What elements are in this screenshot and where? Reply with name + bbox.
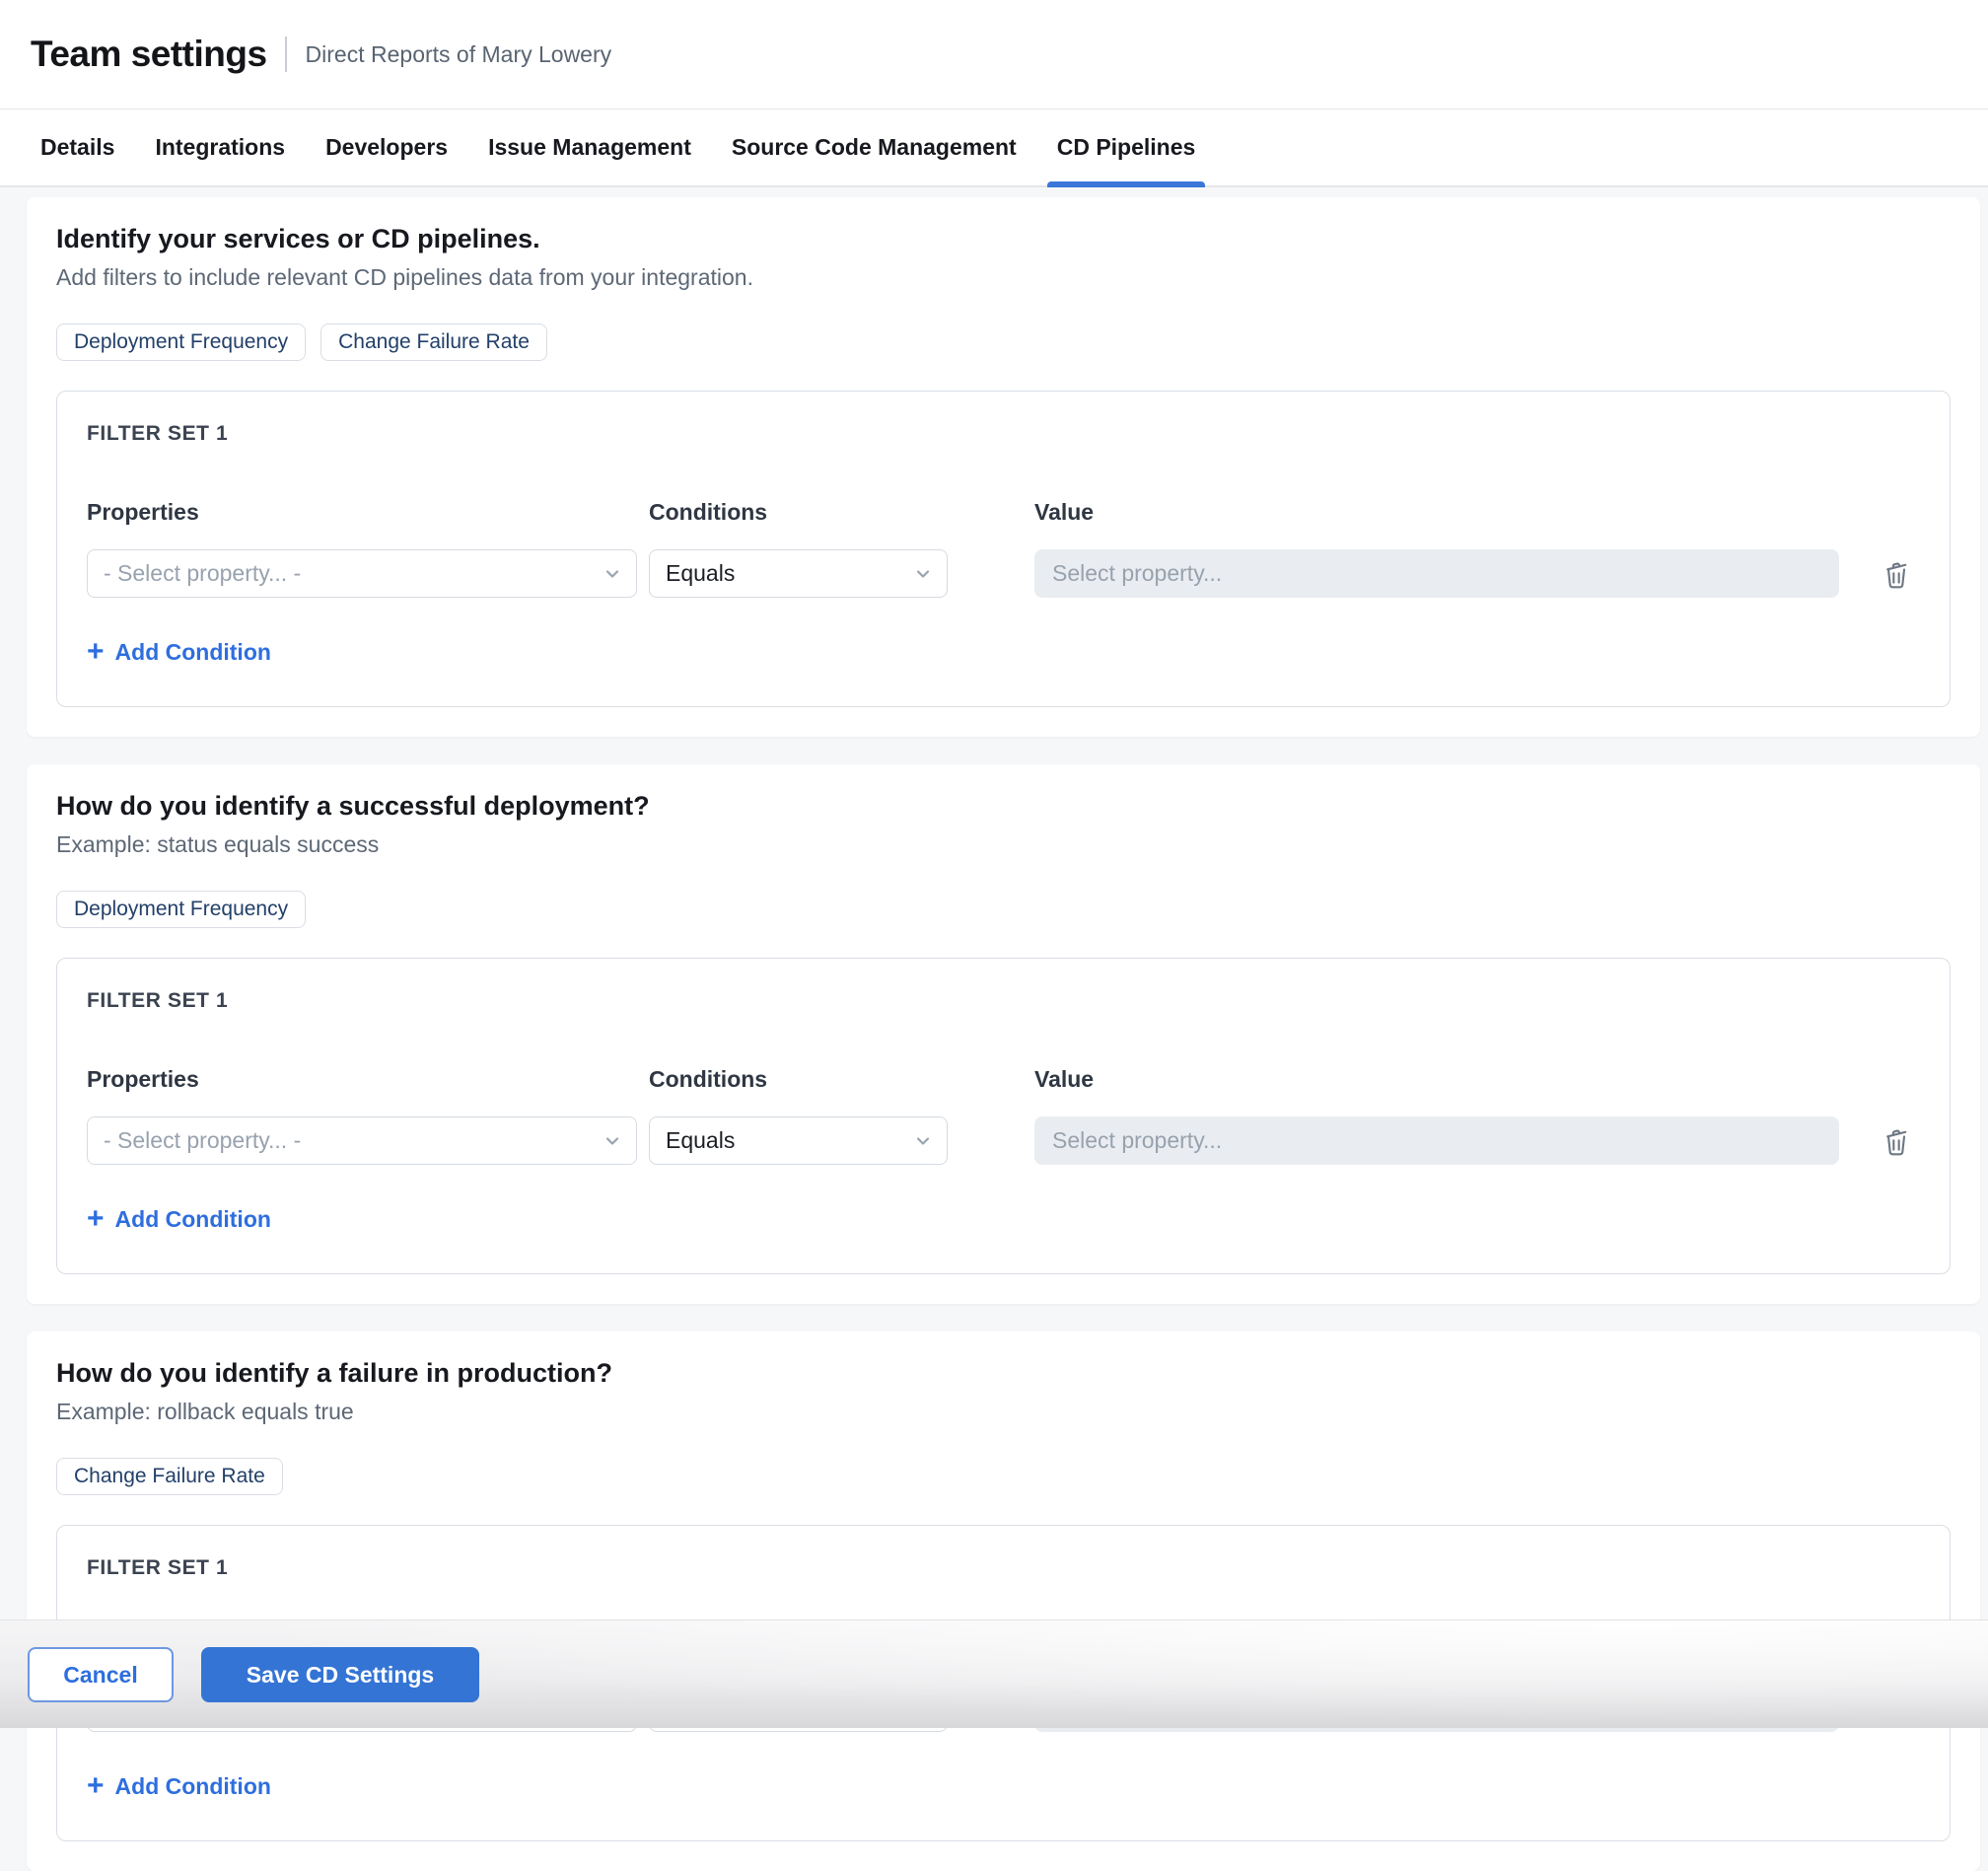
tab-label: CD Pipelines [1057, 134, 1196, 161]
filter-set-title: FILTER SET 1 [87, 421, 1920, 447]
metric-chip-row: Deployment Frequency Change Failure Rate [56, 324, 1951, 361]
properties-label: Properties [87, 1065, 649, 1093]
page-title: Team settings [31, 34, 267, 75]
filter-column-labels: Properties Conditions Value [87, 1065, 1920, 1093]
chevron-down-icon [603, 1131, 622, 1151]
tab-label: Developers [325, 134, 448, 161]
tab-cd-pipelines[interactable]: CD Pipelines [1049, 109, 1204, 185]
chevron-down-icon [603, 564, 622, 584]
filter-set-title: FILTER SET 1 [87, 988, 1920, 1014]
tab-label: Source Code Management [732, 134, 1017, 161]
save-cd-settings-button[interactable]: Save CD Settings [201, 1647, 479, 1702]
property-select-placeholder: - Select property... - [104, 1127, 301, 1154]
footer-action-bar: Cancel Save CD Settings [0, 1619, 1988, 1728]
chevron-down-icon [913, 564, 933, 584]
metric-chip-change-failure-rate: Change Failure Rate [56, 1458, 283, 1495]
settings-section: Identify your services or CD pipelines. … [27, 197, 1980, 737]
section-description: Example: rollback equals true [56, 1399, 1951, 1424]
metric-chip-row: Change Failure Rate [56, 1458, 1951, 1495]
delete-filter-button[interactable] [1881, 1125, 1912, 1157]
value-label: Value [1034, 1065, 1920, 1093]
condition-select[interactable]: Equals [649, 549, 948, 598]
plus-icon: + [87, 1206, 105, 1232]
filter-condition-row: - Select property... - Equals [87, 549, 1920, 598]
metric-chip-row: Deployment Frequency [56, 891, 1951, 928]
add-condition-button[interactable]: + Add Condition [87, 1204, 271, 1234]
section-heading: How do you identify a failure in product… [56, 1357, 1951, 1389]
settings-section: How do you identify a failure in product… [27, 1331, 1980, 1871]
value-input[interactable] [1034, 1116, 1839, 1165]
filter-set-title: FILTER SET 1 [87, 1555, 1920, 1581]
property-select[interactable]: - Select property... - [87, 549, 637, 598]
tab-label: Issue Management [488, 134, 691, 161]
page-header: Team settings Direct Reports of Mary Low… [0, 0, 1988, 109]
value-input[interactable] [1034, 549, 1839, 598]
property-select[interactable]: - Select property... - [87, 1116, 637, 1165]
tab-issue-management[interactable]: Issue Management [480, 109, 699, 185]
conditions-label: Conditions [649, 498, 1034, 526]
settings-section: How do you identify a successful deploym… [27, 764, 1980, 1304]
section-heading: How do you identify a successful deploym… [56, 790, 1951, 822]
section-description: Example: status equals success [56, 831, 1951, 857]
condition-select-value: Equals [666, 1127, 735, 1154]
add-condition-label: Add Condition [115, 1771, 271, 1801]
plus-icon: + [87, 1773, 105, 1799]
properties-label: Properties [87, 498, 649, 526]
section-description: Add filters to include relevant CD pipel… [56, 264, 1951, 290]
add-condition-button[interactable]: + Add Condition [87, 637, 271, 667]
metric-chip-deployment-frequency: Deployment Frequency [56, 891, 306, 928]
filter-condition-row: - Select property... - Equals [87, 1116, 1920, 1165]
metric-chip-change-failure-rate: Change Failure Rate [320, 324, 547, 361]
filter-column-labels: Properties Conditions Value [87, 498, 1920, 526]
condition-select-value: Equals [666, 560, 735, 587]
tab-details[interactable]: Details [33, 109, 122, 185]
trash-icon [1881, 558, 1912, 590]
tab-developers[interactable]: Developers [318, 109, 456, 185]
page-subtitle: Direct Reports of Mary Lowery [306, 41, 612, 68]
active-tab-underline [1047, 181, 1206, 187]
chevron-down-icon [913, 1131, 933, 1151]
metric-chip-deployment-frequency: Deployment Frequency [56, 324, 306, 361]
delete-filter-button[interactable] [1881, 558, 1912, 590]
filter-set: FILTER SET 1 Properties Conditions Value… [56, 958, 1951, 1274]
tab-source-code-management[interactable]: Source Code Management [724, 109, 1025, 185]
section-heading: Identify your services or CD pipelines. [56, 223, 1951, 254]
cancel-button[interactable]: Cancel [28, 1647, 174, 1702]
settings-content: Identify your services or CD pipelines. … [0, 187, 1988, 1871]
property-select-placeholder: - Select property... - [104, 560, 301, 587]
value-label: Value [1034, 498, 1920, 526]
condition-select[interactable]: Equals [649, 1116, 948, 1165]
add-condition-label: Add Condition [115, 637, 271, 667]
conditions-label: Conditions [649, 1065, 1034, 1093]
tab-label: Details [40, 134, 114, 161]
add-condition-button[interactable]: + Add Condition [87, 1771, 271, 1801]
trash-icon [1881, 1125, 1912, 1157]
tab-integrations[interactable]: Integrations [147, 109, 293, 185]
tab-bar: Details Integrations Developers Issue Ma… [0, 109, 1988, 187]
add-condition-label: Add Condition [115, 1204, 271, 1234]
plus-icon: + [87, 639, 105, 665]
title-divider [285, 36, 287, 72]
filter-set: FILTER SET 1 Properties Conditions Value… [56, 391, 1951, 707]
tab-label: Integrations [155, 134, 285, 161]
